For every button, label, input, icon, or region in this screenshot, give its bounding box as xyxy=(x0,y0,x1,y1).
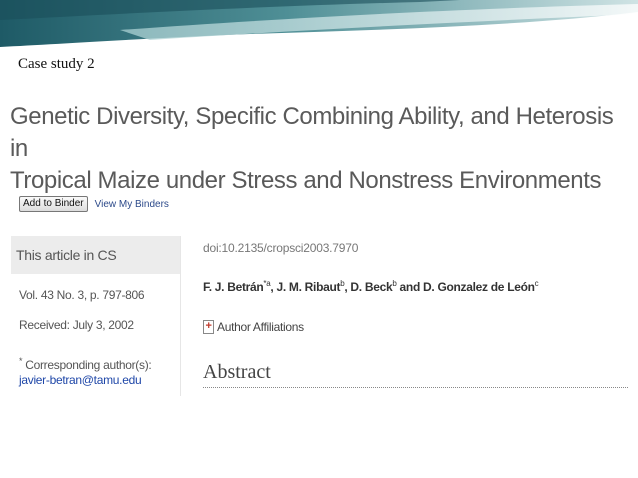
binder-toolbar: Add to Binder View My Binders xyxy=(19,195,169,213)
case-study-label: Case study 2 xyxy=(18,56,95,72)
add-to-binder-button[interactable]: Add to Binder xyxy=(19,196,88,212)
author-affiliations-label: Author Affiliations xyxy=(217,320,304,334)
plus-icon[interactable]: + xyxy=(203,320,214,334)
doi: doi:10.2135/cropsci2003.7970 xyxy=(203,241,359,255)
slide-banner xyxy=(0,0,638,48)
author-4: and D. Gonzalez de León xyxy=(396,280,535,294)
author-4-sup: c xyxy=(534,279,539,288)
corresponding-author: * Corresponding author(s): javier-betran… xyxy=(19,354,152,388)
author-affiliations-toggle[interactable]: + Author Affiliations xyxy=(203,320,304,334)
author-1: F. J. Betrán xyxy=(203,280,264,294)
title-line-2: Tropical Maize under Stress and Nonstres… xyxy=(10,167,602,194)
sidebar-heading: This article in CS xyxy=(11,236,180,274)
article-info-sidebar: This article in CS Vol. 43 No. 3, p. 797… xyxy=(11,236,181,396)
view-my-binders-link[interactable]: View My Binders xyxy=(95,199,169,210)
article-title: Genetic Diversity, Specific Combining Ab… xyxy=(10,101,630,197)
author-2: , J. M. Ribaut xyxy=(270,280,341,294)
abstract-heading: Abstract xyxy=(203,361,628,388)
volume-info: Vol. 43 No. 3, p. 797-806 xyxy=(19,288,145,302)
author-list: F. J. Betrán*a, J. M. Ribautb, D. Beckb … xyxy=(203,279,539,294)
title-line-1: Genetic Diversity, Specific Combining Ab… xyxy=(10,103,614,162)
author-3: , D. Beck xyxy=(344,280,393,294)
corr-label: Corresponding author(s): xyxy=(22,358,152,372)
author-email-link[interactable]: javier-betran@tamu.edu xyxy=(19,373,151,388)
received-date: Received: July 3, 2002 xyxy=(19,318,134,332)
